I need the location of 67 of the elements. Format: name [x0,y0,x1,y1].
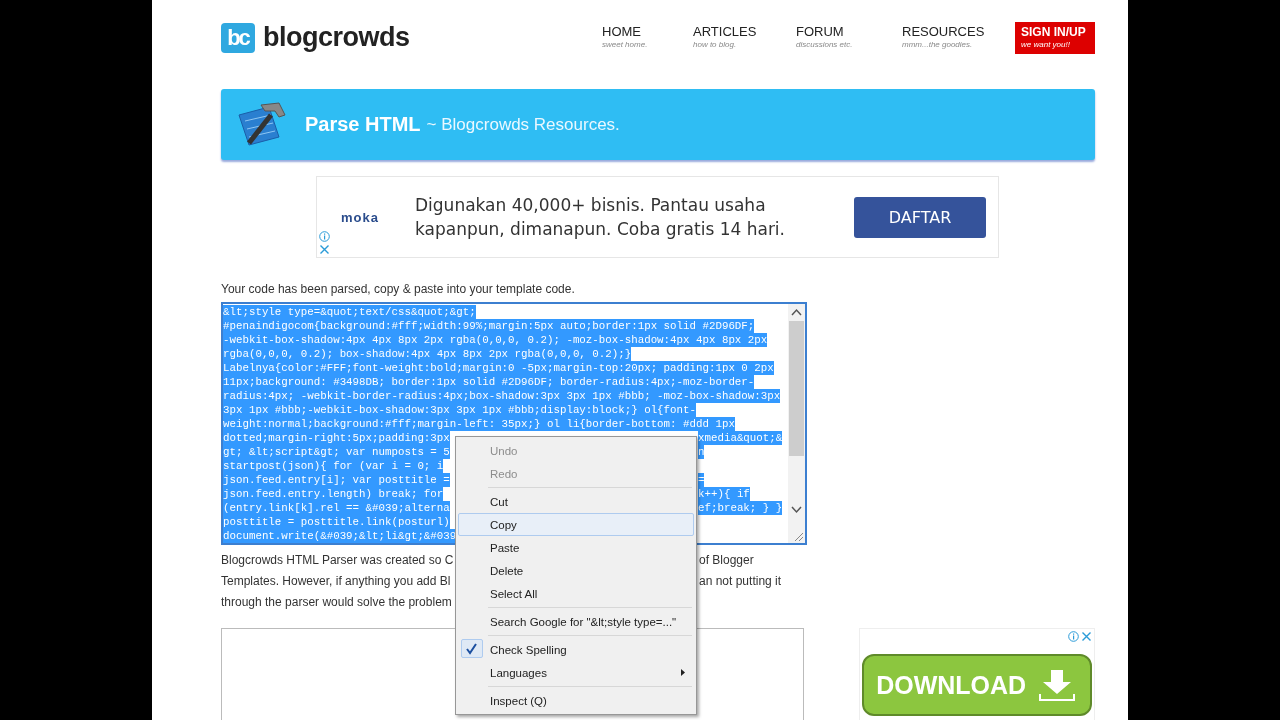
menu-item[interactable]: Paste [458,536,694,559]
code-text: n [698,445,705,459]
menu-item[interactable]: Languages [458,661,694,684]
nav-caption: discussions etc. [796,38,854,51]
code-text: dotted;margin-right:5px;padding:3px [223,431,450,445]
menu-item[interactable]: Copy [458,513,694,536]
sign-in-button[interactable]: SIGN IN/UP we want you!! [1015,21,1095,54]
code-text: weight:normal;background:#fff;margin-left: 35px;} ol li{border-bottom: #ddd 1px [223,417,735,431]
code-text: json.feed.entry[i]; var posttitle = [223,473,450,487]
description-text: an not putting it [699,573,782,590]
menu-item[interactable]: Check Spelling [458,638,694,661]
ad-text: Digunakan 40,000+ bisnis. Pantau usaha [415,194,767,217]
page-title: Parse HTML [305,113,421,136]
scrollbar[interactable] [788,304,805,543]
ad-text: kapanpun, dimanapun. Coba gratis 14 hari. [415,218,785,241]
description-text: through the parser would solve the problem [221,594,452,611]
code-text: = [698,473,705,487]
scroll-down-icon [791,506,802,514]
code-text: 11px;background: #3498DB; border:1px solid #2D96DF; border-radius:4px;-moz-border- [223,375,755,389]
nav-caption: sweet home. [602,38,649,51]
menu-item[interactable]: Inspect (Q) [458,689,694,712]
code-text: gt; &lt;script&gt; var numposts = 5 [223,445,450,459]
code-text: document.write(&#039;&lt;li&gt;&#039 [223,529,457,543]
code-text: json.feed.entry.length) break; for [223,487,444,501]
download-icon [1038,668,1077,702]
close-icon [319,244,330,255]
close-icon [1081,631,1092,642]
code-text: radius:4px; -webkit-border-radius:4px;box-shadow:3px 3px 1px #bbb; -moz-box-shadow:3px [223,389,781,403]
code-text: rgba(0,0,0, 0.2); box-shadow:4px 4px 8px 2px rgba(0,0,0, 0.2);} [223,347,632,361]
sign-in-label: SIGN IN/UP [1021,24,1087,39]
code-text: startpost(json){ for (var i = 0; i [223,459,444,473]
nav-caption: how to blog. [693,38,738,51]
code-text: #penaindigocom{background:#fff;width:99%;margin:5px auto;border:1px solid #2D96DF; [223,319,755,333]
nav-link[interactable]: RESOURCES [902,24,999,39]
code-text: (entry.link[k].rel == &#039;alterna [223,501,450,515]
scroll-up-icon [791,308,802,316]
description-text: of Blogger [699,552,754,569]
info-icon [319,231,330,242]
submenu-arrow-icon [681,669,685,676]
sign-in-caption: we want you!! [1021,38,1071,51]
ad-cta-button[interactable]: DAFTAR [854,196,986,238]
code-text: 3px 1px #bbb;-webkit-box-shadow:3px 3px 1px #bbb;display:block;} ol{font- [223,403,696,417]
menu-item[interactable]: Cut [458,490,694,513]
nav-link[interactable]: FORUM [796,24,882,39]
code-text: Labelnya{color:#FFF;font-weight:bold;margin:0 -5px;margin-top:20px; padding:1px 0 2px [223,361,774,375]
logo-name[interactable]: blogcrowds [263,22,410,53]
code-text: -webkit-box-shadow:4px 4px 8px 2px rgba(0,0,0, 0.2); -moz-box-shadow:4px 4px 8px 2px [223,333,768,347]
hammer-icon [235,100,287,149]
menu-item[interactable]: Delete [458,559,694,582]
status-message: Your code has been parsed, copy & paste into your template code. [221,281,576,298]
code-text: xmedia&quot;& [698,431,783,445]
resize-grip-icon [793,531,804,542]
page-subtitle: ~ Blogcrowds Resources. [426,114,620,135]
code-text: &lt;style type=&quot;text/css&quot;&gt; [223,305,476,319]
nav-link[interactable]: HOME [602,24,673,39]
description-text: Blogcrowds HTML Parser was created so C [221,552,454,569]
code-text: ef;break; } } [698,501,783,515]
description-text: Templates. However, if anything you add Bl [221,573,451,590]
menu-item[interactable]: Search Google for "&lt;style type=..." [458,610,694,633]
code-text: k++){ if [698,487,750,501]
info-icon [1068,631,1079,642]
menu-item[interactable]: Select All [458,582,694,605]
scroll-thumb[interactable] [789,321,804,456]
nav-caption: mmm...the goodies. [902,38,974,51]
code-text: posttitle = posttitle.link(posturl) [223,515,450,529]
nav-link[interactable]: ARTICLES [693,24,776,39]
ad-brand: moka [341,209,380,225]
